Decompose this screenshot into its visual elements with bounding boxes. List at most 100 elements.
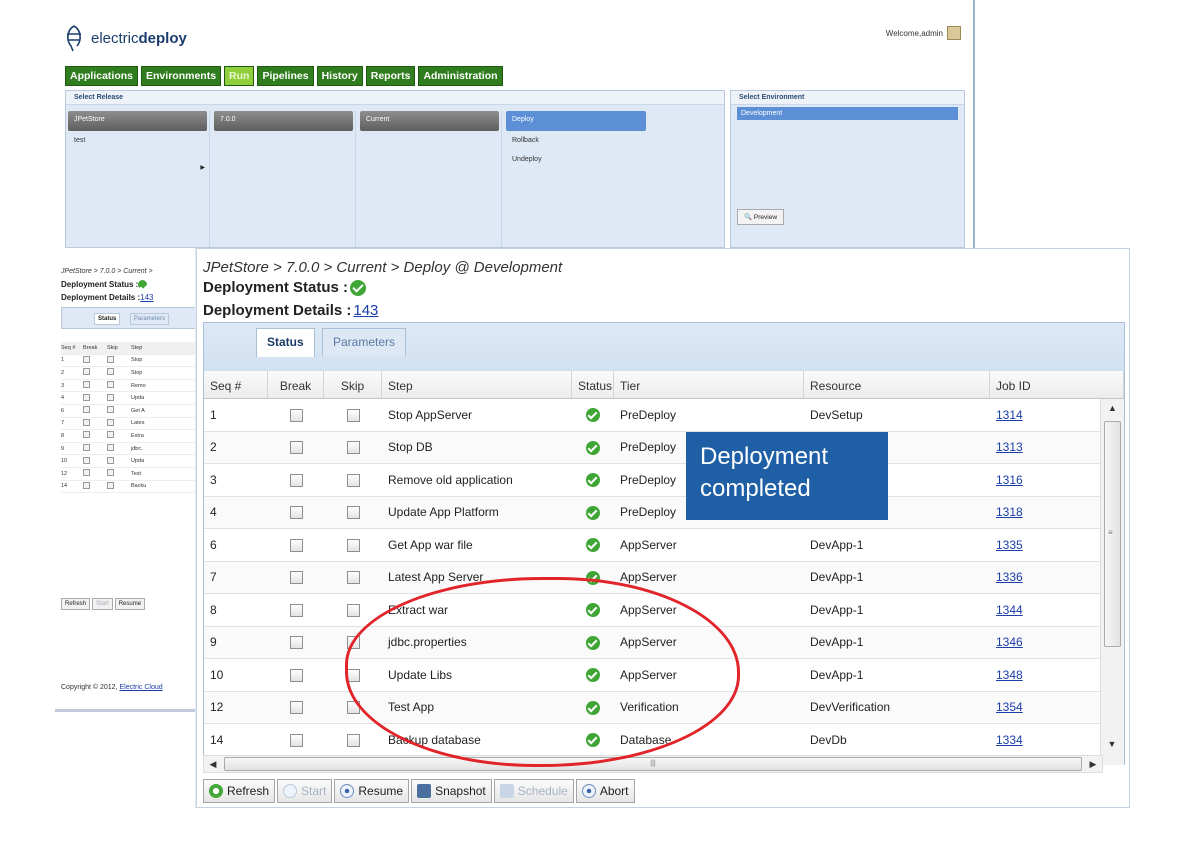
tab-parameters[interactable]: Parameters	[322, 328, 407, 356]
break-checkbox[interactable]	[289, 733, 303, 747]
job-id-link[interactable]: 1335	[996, 538, 1023, 552]
bg-skip-checkbox[interactable]	[107, 431, 114, 439]
application-item[interactable]: test	[66, 131, 209, 150]
scroll-up-icon[interactable]: ▲	[1101, 399, 1124, 417]
application-selector[interactable]: JPetStore	[68, 111, 207, 131]
nav-environments[interactable]: Environments	[141, 66, 222, 86]
break-checkbox[interactable]	[289, 636, 303, 650]
break-checkbox[interactable]	[289, 603, 303, 617]
skip-checkbox[interactable]	[346, 603, 360, 617]
bg-refresh-button[interactable]: Refresh	[61, 598, 91, 610]
process-deploy[interactable]: Deploy	[506, 111, 646, 131]
user-menu-icon[interactable]	[947, 26, 961, 40]
scroll-right-icon[interactable]: ▶	[1084, 759, 1102, 770]
scroll-left-icon[interactable]: ◀	[204, 759, 222, 770]
job-id-link[interactable]: 1313	[996, 440, 1023, 454]
bg-break-checkbox[interactable]	[83, 444, 90, 452]
job-id-link[interactable]: 1348	[996, 668, 1023, 682]
break-checkbox[interactable]	[289, 701, 303, 715]
snapshot-button[interactable]: Snapshot	[411, 779, 492, 803]
job-id-link[interactable]: 1318	[996, 505, 1023, 519]
scroll-down-icon[interactable]: ▼	[1101, 735, 1123, 753]
schedule-button[interactable]: Schedule	[493, 779, 574, 803]
nav-reports[interactable]: Reports	[365, 66, 416, 86]
refresh-button[interactable]: Refresh	[203, 779, 276, 803]
nav-history[interactable]: History	[316, 66, 363, 86]
break-checkbox[interactable]	[289, 668, 303, 682]
column-header-resource[interactable]: Resource	[804, 371, 990, 398]
skip-checkbox[interactable]	[346, 441, 360, 455]
job-id-link[interactable]: 1346	[996, 635, 1023, 649]
copyright-link[interactable]: Electric Cloud	[119, 684, 162, 691]
nav-pipelines[interactable]: Pipelines	[257, 66, 314, 86]
skip-checkbox[interactable]	[346, 733, 360, 747]
vertical-scroll-thumb[interactable]: ≡	[1104, 421, 1121, 647]
environment-item-selected[interactable]: Development	[737, 107, 958, 120]
bg-break-checkbox[interactable]	[83, 418, 90, 426]
bg-break-checkbox[interactable]	[83, 431, 90, 439]
break-checkbox[interactable]	[289, 571, 303, 585]
nav-run[interactable]: Run	[224, 66, 255, 86]
job-id-link[interactable]: 1334	[996, 733, 1023, 747]
abort-button[interactable]: Abort	[575, 779, 635, 803]
version-selector[interactable]: 7.0.0	[214, 111, 353, 131]
column-header-step[interactable]: Step	[382, 371, 572, 398]
bg-skip-checkbox[interactable]	[107, 444, 114, 452]
job-id-link[interactable]: 1336	[996, 570, 1023, 584]
bg-break-checkbox[interactable]	[83, 393, 90, 401]
resume-button[interactable]: Resume	[334, 779, 410, 803]
column-header-skip[interactable]: Skip	[324, 371, 382, 398]
bg-break-checkbox[interactable]	[83, 355, 90, 363]
skip-checkbox[interactable]	[346, 701, 360, 715]
process-undeploy[interactable]: Undeploy	[504, 150, 648, 169]
skip-checkbox[interactable]	[346, 571, 360, 585]
start-button[interactable]: Start	[277, 779, 333, 803]
column-header-seq[interactable]: Seq #	[204, 371, 268, 398]
bg-tab-parameters[interactable]: Parameters	[130, 313, 170, 325]
job-id-link[interactable]: 1316	[996, 473, 1023, 487]
bg-skip-checkbox[interactable]	[107, 418, 114, 426]
nav-administration[interactable]: Administration	[418, 66, 503, 86]
bg-break-checkbox[interactable]	[83, 481, 90, 489]
preview-button[interactable]: 🔍 Preview	[737, 209, 785, 225]
skip-checkbox[interactable]	[346, 506, 360, 520]
nav-applications[interactable]: Applications	[65, 66, 139, 86]
break-checkbox[interactable]	[289, 506, 303, 520]
job-id-link[interactable]: 1354	[996, 700, 1023, 714]
bg-skip-checkbox[interactable]	[107, 368, 114, 376]
bg-skip-checkbox[interactable]	[107, 456, 114, 464]
bg-break-checkbox[interactable]	[83, 456, 90, 464]
break-checkbox[interactable]	[289, 538, 303, 552]
bg-start-button[interactable]: Start	[92, 598, 113, 610]
snapshot-selector[interactable]: Current	[360, 111, 499, 131]
bg-break-checkbox[interactable]	[83, 406, 90, 414]
bg-tab-status[interactable]: Status	[94, 313, 121, 325]
bg-details-link[interactable]: 143	[140, 293, 153, 302]
tab-status[interactable]: Status	[256, 328, 315, 357]
column-header-tier[interactable]: Tier	[614, 371, 804, 398]
column-header-break[interactable]: Break	[268, 371, 324, 398]
bg-skip-checkbox[interactable]	[107, 355, 114, 363]
bg-resume-button[interactable]: Resume	[114, 598, 146, 610]
job-id-link[interactable]: 1344	[996, 603, 1023, 617]
job-id-link[interactable]: 1314	[996, 408, 1023, 422]
bg-break-checkbox[interactable]	[83, 469, 90, 477]
bg-break-checkbox[interactable]	[83, 368, 90, 376]
column-header-status[interactable]: Status	[572, 371, 614, 398]
vertical-scrollbar[interactable]: ▲ ≡ ▼	[1100, 399, 1124, 765]
break-checkbox[interactable]	[289, 408, 303, 422]
bg-skip-checkbox[interactable]	[107, 406, 114, 414]
horizontal-scrollbar[interactable]: ◀ ||| ▶	[203, 755, 1103, 773]
bg-skip-checkbox[interactable]	[107, 469, 114, 477]
skip-checkbox[interactable]	[346, 668, 360, 682]
skip-checkbox[interactable]	[346, 636, 360, 650]
horizontal-scroll-thumb[interactable]: |||	[224, 757, 1082, 771]
deployment-details-link[interactable]: 143	[353, 302, 378, 319]
process-rollback[interactable]: Rollback	[504, 131, 648, 150]
bg-break-checkbox[interactable]	[83, 381, 90, 389]
bg-skip-checkbox[interactable]	[107, 381, 114, 389]
bg-skip-checkbox[interactable]	[107, 481, 114, 489]
skip-checkbox[interactable]	[346, 473, 360, 487]
skip-checkbox[interactable]	[346, 538, 360, 552]
skip-checkbox[interactable]	[346, 408, 360, 422]
